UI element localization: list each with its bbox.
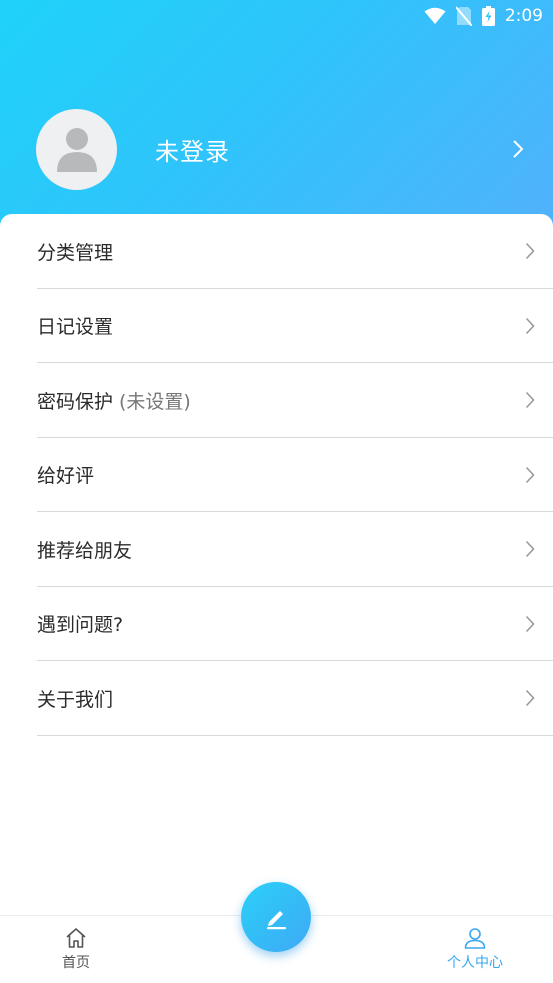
menu-item-label: 密码保护 (37, 390, 114, 413)
no-sim-icon (455, 6, 472, 26)
tab-home-label: 首页 (62, 955, 90, 971)
menu-item-label: 遇到问题? (37, 614, 124, 637)
settings-menu: 分类管理 日记设置 密码保护 (未设置) 给好评 推荐给朋友 遇到问题? 关于我… (0, 214, 553, 736)
new-diary-button[interactable] (241, 882, 311, 952)
user-icon (464, 928, 486, 949)
password-status-text: (未设置) (119, 390, 191, 413)
avatar[interactable] (36, 108, 117, 190)
battery-charging-icon (481, 6, 495, 26)
status-bar: 2:09 (424, 0, 553, 32)
menu-item-recommend-to-friend[interactable]: 推荐给朋友 (0, 512, 553, 587)
menu-item-rate-app[interactable]: 给好评 (0, 438, 553, 513)
menu-item-label: 日记设置 (37, 316, 114, 339)
wifi-icon (424, 7, 446, 25)
chevron-right-icon (525, 466, 535, 484)
menu-card: 分类管理 日记设置 密码保护 (未设置) 给好评 推荐给朋友 遇到问题? 关于我… (0, 214, 553, 915)
menu-item-category-management[interactable]: 分类管理 (0, 214, 553, 289)
chevron-right-icon (525, 391, 535, 409)
chevron-right-icon (512, 139, 524, 159)
profile-header: 2:09 未登录 (0, 0, 553, 240)
status-time: 2:09 (504, 6, 543, 26)
tab-profile[interactable]: 个人中心 (430, 926, 520, 972)
tab-home[interactable]: 首页 (31, 926, 121, 972)
menu-item-about-us[interactable]: 关于我们 (0, 661, 553, 736)
chevron-right-icon (525, 615, 535, 633)
chevron-right-icon (525, 317, 535, 335)
login-row[interactable]: 未登录 (36, 108, 526, 190)
menu-item-password-protection[interactable]: 密码保护 (未设置) (0, 363, 553, 438)
user-icon (56, 128, 97, 172)
pencil-icon (267, 911, 286, 930)
menu-item-label: 分类管理 (37, 241, 114, 264)
home-icon (66, 928, 86, 948)
chevron-right-icon (525, 540, 535, 558)
menu-item-label: 推荐给朋友 (37, 539, 133, 562)
menu-item-feedback[interactable]: 遇到问题? (0, 587, 553, 662)
chevron-right-icon (525, 689, 535, 707)
login-status-text: 未登录 (155, 137, 230, 166)
menu-item-diary-settings[interactable]: 日记设置 (0, 289, 553, 364)
chevron-right-icon (525, 242, 535, 260)
menu-item-label: 给好评 (37, 465, 95, 488)
tab-profile-label: 个人中心 (447, 955, 503, 971)
menu-item-label: 关于我们 (37, 688, 114, 711)
